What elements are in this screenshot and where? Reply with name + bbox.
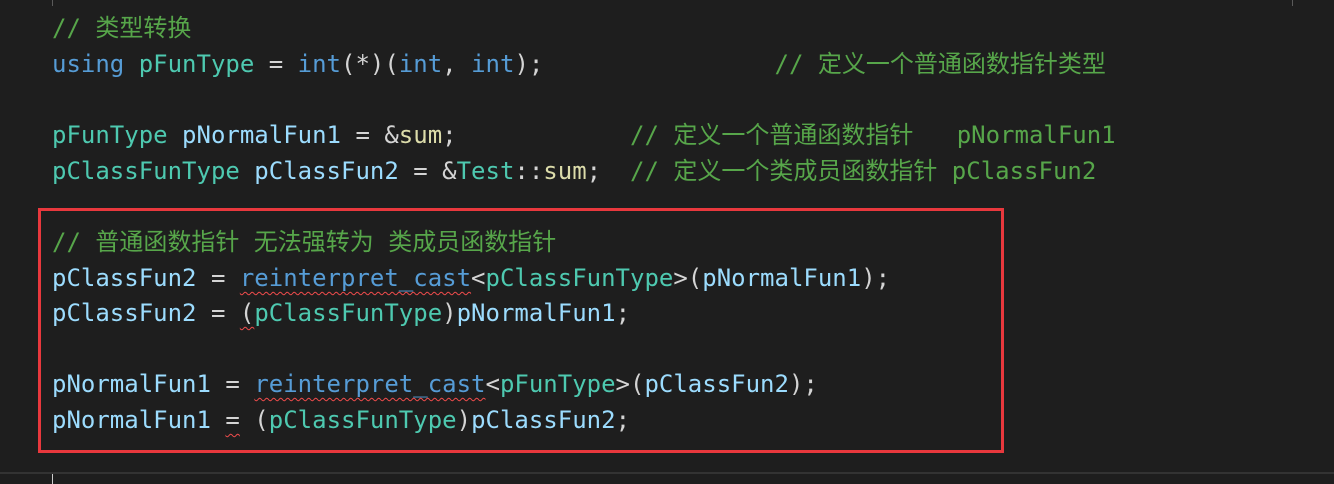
code-line-4[interactable]: pClassFunType pClassFun2 = &Test::sum; /… — [52, 154, 1096, 188]
code-token: // 定义一个普通函数指针类型 — [774, 50, 1106, 78]
code-token: :: — [514, 157, 544, 185]
code-token: ; — [586, 157, 631, 185]
code-token: = — [254, 50, 298, 78]
code-token: pFunType — [52, 121, 168, 149]
code-line-3[interactable]: pFunType pNormalFun1 = &sum; // 定义一个普通函数… — [52, 118, 1116, 152]
code-editor[interactable]: // 类型转换 using pFunType = int(*)(int, int)… — [0, 0, 1334, 484]
code-token: sum — [398, 121, 443, 149]
code-token: (*)( — [341, 50, 399, 78]
code-token: pClassFun2 — [254, 157, 399, 185]
text-cursor — [52, 474, 53, 484]
editor-bottom-divider — [0, 472, 1334, 474]
code-token: pFunType — [138, 50, 255, 78]
code-token: = & — [398, 157, 457, 185]
code-token: int — [398, 50, 443, 78]
code-token: pNormalFun1 — [182, 121, 341, 149]
code-token: int — [297, 50, 342, 78]
code-token: int — [471, 50, 515, 78]
code-line-1[interactable]: // 类型转换 — [52, 11, 191, 45]
editor-top-edge — [0, 0, 1334, 4]
code-token: Test — [456, 157, 515, 185]
code-token: pClassFunType — [52, 157, 240, 185]
code-line-2[interactable]: using pFunType = int(*)(int, int); // 定义… — [52, 47, 1106, 81]
code-token: // 定义一个类成员函数指针 pClassFun2 — [630, 157, 1097, 185]
code-token: // 类型转换 — [52, 14, 192, 42]
indent-guide-mark — [52, 0, 53, 6]
code-token: , — [442, 50, 472, 78]
highlight-annotation-box — [38, 208, 1004, 453]
indent-guide-mark-right — [1292, 0, 1293, 6]
code-token: using — [52, 50, 125, 78]
code-token: sum — [543, 157, 587, 185]
code-token: ; — [442, 121, 630, 149]
code-token: ); — [514, 50, 775, 78]
code-token: // 定义一个普通函数指针 pNormalFun1 — [630, 121, 1116, 149]
code-token: = & — [341, 121, 399, 149]
